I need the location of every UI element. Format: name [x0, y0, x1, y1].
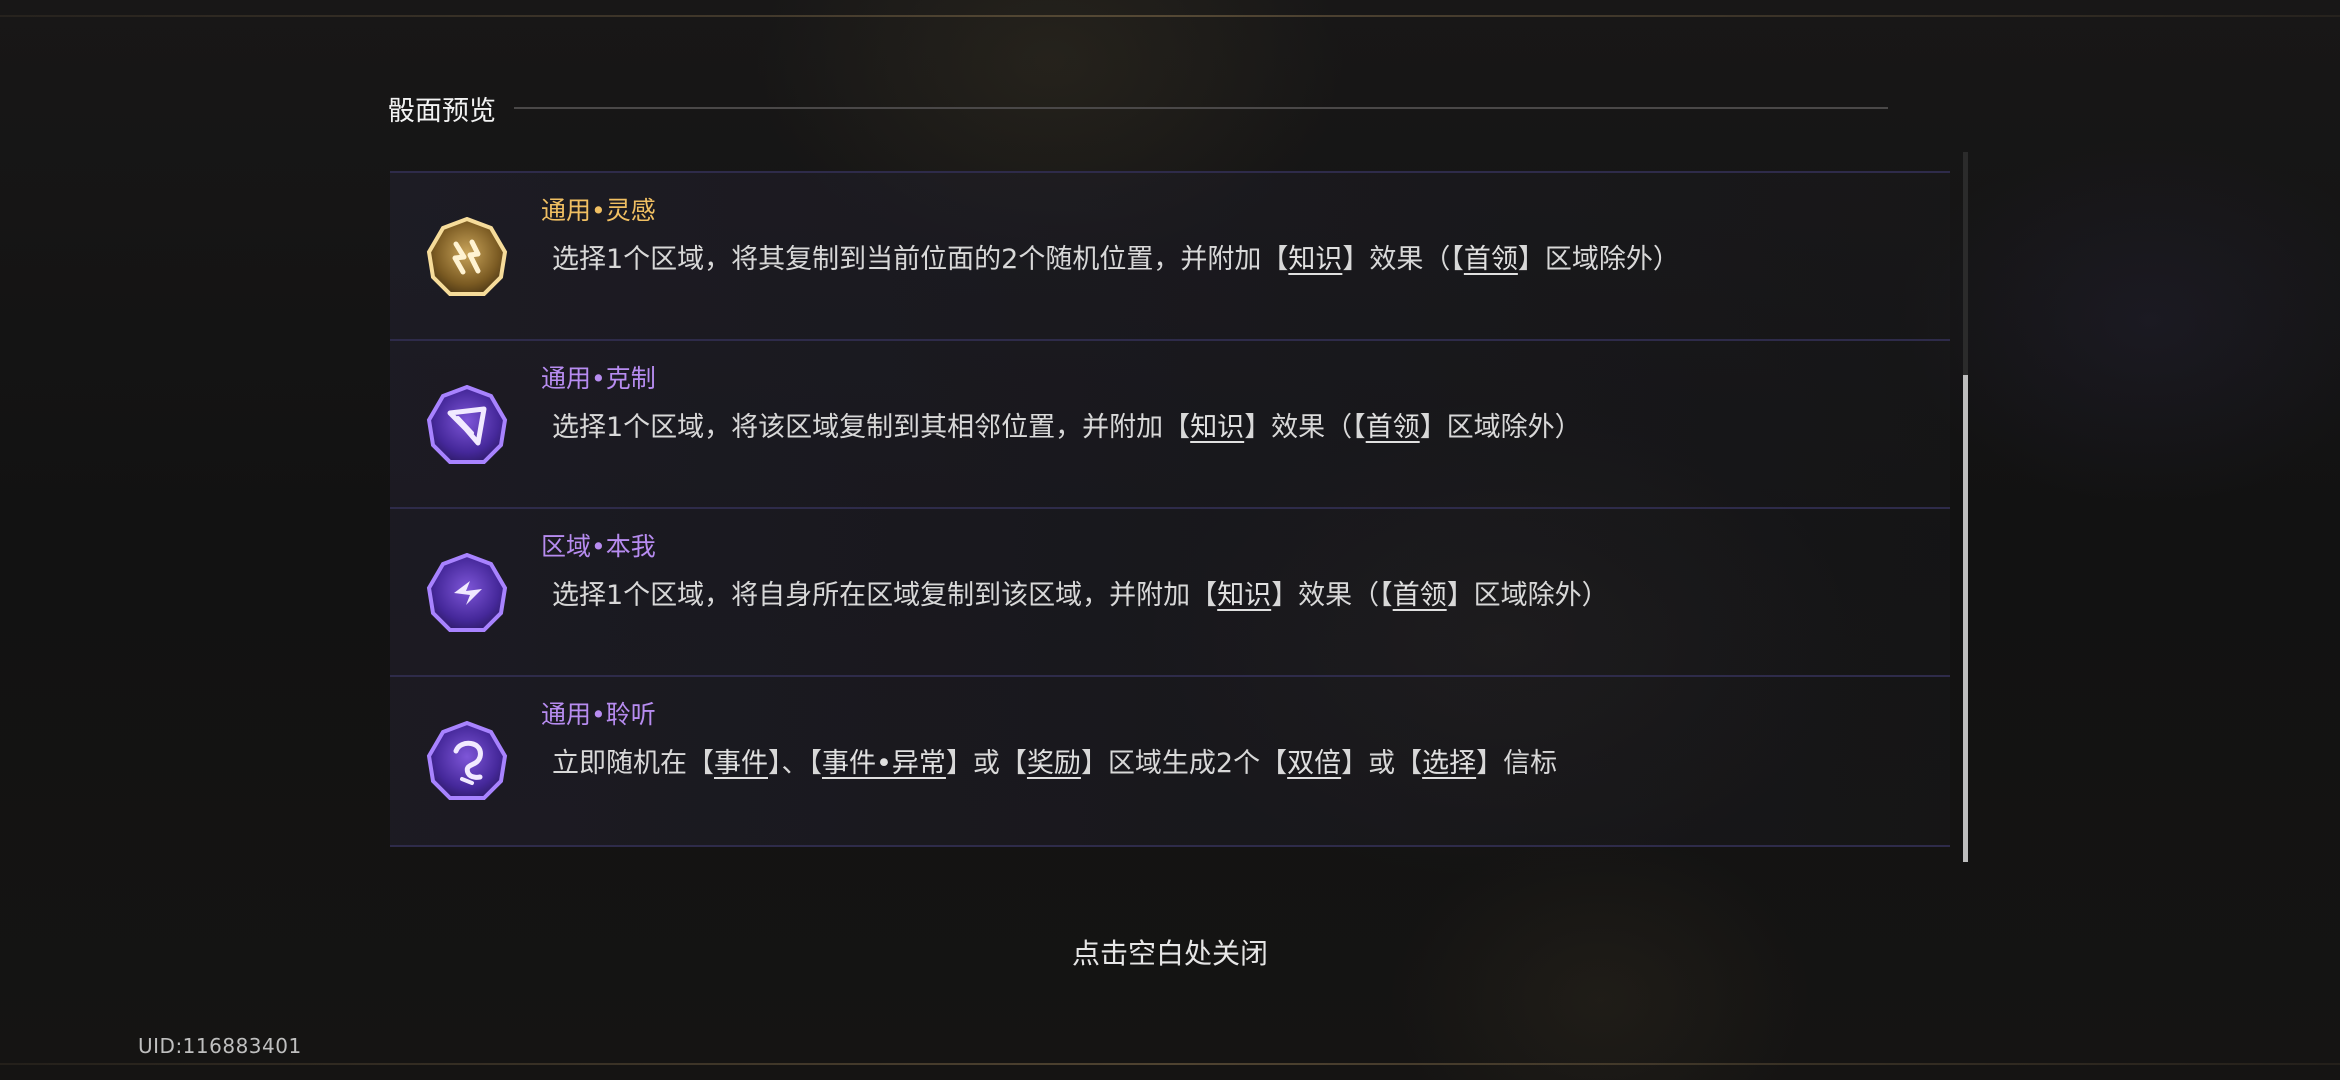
dice-face-description: 立即随机在【事件】、【事件•异常】或【奖励】区域生成2个【双倍】或【选择】信标	[552, 741, 1557, 780]
keyword-link[interactable]: 首领	[1464, 244, 1518, 275]
dice-face-row[interactable]: 通用•聆听 立即随机在【事件】、【事件•异常】或【奖励】区域生成2个【双倍】或【…	[390, 675, 1950, 847]
description-text: 】效果（【	[1244, 412, 1366, 443]
keyword-link[interactable]: 知识	[1217, 580, 1271, 611]
keyword-link[interactable]: 选择	[1422, 748, 1476, 779]
keyword-link[interactable]: 知识	[1190, 412, 1244, 443]
self-sigil-icon	[426, 553, 508, 632]
dice-face-list[interactable]: 通用•灵感 选择1个区域，将其复制到当前位面的2个随机位置，并附加【知识】效果（…	[390, 171, 1950, 847]
description-text: 】、【	[768, 748, 822, 779]
dice-face-title: 通用•灵感	[541, 196, 656, 225]
keyword-link[interactable]: 事件	[714, 748, 768, 779]
keyword-link[interactable]: 事件•异常	[822, 748, 946, 779]
dice-face-title: 通用•聆听	[541, 700, 656, 729]
description-text: 立即随机在【	[552, 748, 714, 779]
description-text: 】区域除外）	[1517, 244, 1680, 275]
description-text: 】信标	[1476, 748, 1558, 779]
spark-sigil-icon	[426, 217, 508, 296]
list-scrollbar[interactable]	[1963, 152, 1968, 862]
dice-face-row[interactable]: 通用•灵感 选择1个区域，将其复制到当前位面的2个随机位置，并附加【知识】效果（…	[390, 171, 1950, 341]
dice-face-description: 选择1个区域，将该区域复制到其相邻位置，并附加【知识】效果（【首领】区域除外）	[552, 405, 1582, 444]
keyword-link[interactable]: 双倍	[1287, 748, 1341, 779]
keyword-link[interactable]: 首领	[1393, 580, 1447, 611]
description-text: 】或【	[1341, 748, 1423, 779]
keyword-link[interactable]: 知识	[1288, 244, 1342, 275]
dice-face-row[interactable]: 通用•克制 选择1个区域，将该区域复制到其相邻位置，并附加【知识】效果（【首领】…	[390, 339, 1950, 509]
keyword-link[interactable]: 奖励	[1027, 748, 1081, 779]
dice-face-preview-screen[interactable]: 骰面预览 通用•灵感 选择1个区域，将其复制到当前位面的2个随机位置，并附加【知…	[0, 0, 2340, 1080]
description-text: 】区域除外）	[1446, 580, 1609, 611]
description-text: 】效果（【	[1342, 244, 1464, 275]
keyword-link[interactable]: 首领	[1366, 412, 1420, 443]
description-text: 选择1个区域，将其复制到当前位面的2个随机位置，并附加【	[552, 244, 1289, 275]
top-divider	[0, 15, 2340, 17]
description-text: 选择1个区域，将自身所在区域复制到该区域，并附加【	[552, 580, 1218, 611]
listen-sigil-icon	[426, 721, 508, 800]
description-text: 】或【	[945, 748, 1027, 779]
dice-face-title: 区域•本我	[541, 532, 656, 561]
restrain-sigil-icon	[426, 385, 508, 464]
list-scrollbar-thumb[interactable]	[1963, 375, 1968, 862]
section-title: 骰面预览	[388, 95, 496, 127]
description-text: 】区域除外）	[1419, 412, 1582, 443]
description-text: 】区域生成2个【	[1080, 748, 1288, 779]
dice-face-description: 选择1个区域，将其复制到当前位面的2个随机位置，并附加【知识】效果（【首领】区域…	[552, 237, 1680, 276]
uid-label: UID:116883401	[138, 1034, 302, 1058]
dice-face-row[interactable]: 区域•本我 选择1个区域，将自身所在区域复制到该区域，并附加【知识】效果（【首领…	[390, 507, 1950, 677]
description-text: 选择1个区域，将该区域复制到其相邻位置，并附加【	[552, 412, 1191, 443]
section-header: 骰面预览	[388, 86, 1888, 130]
dice-face-title: 通用•克制	[541, 364, 656, 393]
section-title-line	[514, 107, 1888, 109]
description-text: 】效果（【	[1271, 580, 1393, 611]
close-hint[interactable]: 点击空白处关闭	[0, 932, 2340, 972]
bottom-divider	[0, 1063, 2340, 1065]
dice-face-description: 选择1个区域，将自身所在区域复制到该区域，并附加【知识】效果（【首领】区域除外）	[552, 573, 1609, 612]
